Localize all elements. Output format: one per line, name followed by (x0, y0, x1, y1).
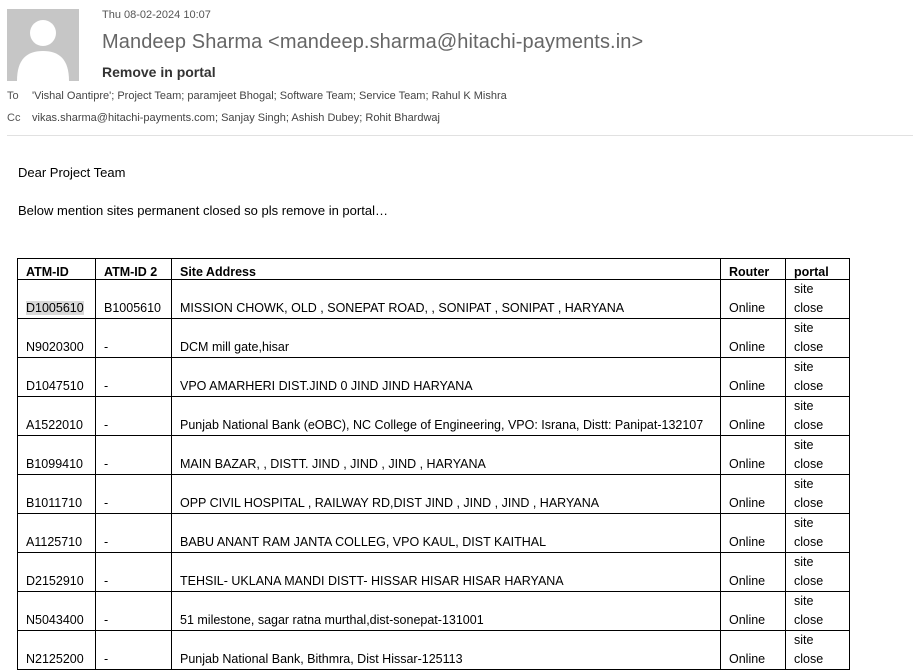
cell-portal: site close (785, 474, 850, 514)
cell-site-address: DCM mill gate,hisar (171, 318, 721, 358)
table-row: B1011710- OPP CIVIL HOSPITAL , RAILWAY RD… (17, 474, 850, 514)
cell-atm-id-2: - (95, 357, 172, 397)
cell-site-address: MISSION CHOWK, OLD , SONEPAT ROAD, , SON… (171, 279, 721, 319)
cell-router: Online (720, 552, 786, 592)
table-row: N5043400-51 milestone, sagar ratna murth… (17, 591, 850, 631)
email-header: Thu 08-02-2024 10:07 Mandeep Sharma <man… (0, 0, 913, 137)
table-row: N2125200- Punjab National Bank, Bithmra, … (17, 630, 850, 670)
sender-avatar[interactable] (7, 9, 79, 81)
cc-recipients[interactable]: vikas.sharma@hitachi-payments.com; Sanja… (32, 112, 440, 124)
cell-portal: site close (785, 591, 850, 631)
cell-atm-id: N2125200 (17, 630, 96, 670)
cell-site-address: TEHSIL- UKLANA MANDI DISTT- HISSAR HISAR… (171, 552, 721, 592)
selected-text-highlight[interactable]: D1005610 (26, 301, 84, 315)
to-recipients[interactable]: 'Vishal Oantipre'; Project Team; paramje… (32, 90, 507, 102)
cell-portal: site close (785, 318, 850, 358)
cell-atm-id-2: - (95, 435, 172, 475)
cell-atm-id: B1011710 (17, 474, 96, 514)
cell-atm-id-2: - (95, 591, 172, 631)
cell-atm-id-2: - (95, 396, 172, 436)
sites-table: ATM-ID ATM-ID 2 Site Address Router port… (17, 258, 850, 670)
cell-atm-id-2: - (95, 552, 172, 592)
sender-name[interactable]: Mandeep Sharma <mandeep.sharma@hitachi-p… (102, 31, 643, 54)
header-divider (7, 135, 913, 136)
cell-site-address: OPP CIVIL HOSPITAL , RAILWAY RD,DIST JIN… (171, 474, 721, 514)
table-row: N9020300- DCM mill gate,hisar Online site cl… (17, 318, 850, 358)
cell-atm-id-2: - (95, 474, 172, 514)
cell-router: Online (720, 357, 786, 397)
cell-portal: site close (785, 513, 850, 553)
cell-portal: site close (785, 279, 850, 319)
cell-atm-id: N9020300 (17, 318, 96, 358)
table-row: A1125710- BABU ANANT RAM JANTA COLLEG, VP… (17, 513, 850, 553)
cell-portal: site close (785, 357, 850, 397)
cell-router: Online (720, 513, 786, 553)
column-header-atm-id-2: ATM-ID 2 (95, 258, 172, 280)
email-message: Below mention sites permanent closed so … (18, 203, 388, 218)
cell-router: Online (720, 318, 786, 358)
cell-portal: site close (785, 630, 850, 670)
cell-portal: site close (785, 552, 850, 592)
cell-router: Online (720, 591, 786, 631)
cell-atm-id-2: - (95, 318, 172, 358)
table-row: B1099410- MAIN BAZAR, , DISTT. JIND , JIN… (17, 435, 850, 475)
cell-atm-id-2: B1005610 (95, 279, 172, 319)
cell-router: Online (720, 396, 786, 436)
cell-site-address: 51 milestone, sagar ratna murthal,dist-s… (171, 591, 721, 631)
cell-portal: site close (785, 435, 850, 475)
cell-site-address: VPO AMARHERI DIST.JIND 0 JIND JIND HARYA… (171, 357, 721, 397)
column-header-portal: portal (785, 258, 850, 280)
email-subject: Remove in portal (102, 64, 216, 80)
table-header-row: ATM-ID ATM-ID 2 Site Address Router port… (17, 258, 850, 280)
person-silhouette-icon (7, 9, 79, 81)
to-label: To (7, 90, 19, 102)
table-row: D2152910- TEHSIL- UKLANA MANDI DISTT- HIS… (17, 552, 850, 592)
table-row: D1047510- VPO AMARHERI DIST.JIND 0 JIND J… (17, 357, 850, 397)
cell-site-address: Punjab National Bank, Bithmra, Dist Hiss… (171, 630, 721, 670)
cell-atm-id: N5043400 (17, 591, 96, 631)
table-row: D1005610 B1005610 MISSION CHOWK, OLD , SON… (17, 279, 850, 319)
cell-portal: site close (785, 396, 850, 436)
cell-site-address: MAIN BAZAR, , DISTT. JIND , JIND , JIND … (171, 435, 721, 475)
cell-router: Online (720, 474, 786, 514)
sent-date: Thu 08-02-2024 10:07 (102, 9, 211, 21)
table-row: A1522010- Punjab National Bank (eOBC), NC… (17, 396, 850, 436)
cell-router: Online (720, 630, 786, 670)
cell-atm-id: B1099410 (17, 435, 96, 475)
cell-atm-id: D1047510 (17, 357, 96, 397)
cell-atm-id: A1522010 (17, 396, 96, 436)
cell-atm-id: D2152910 (17, 552, 96, 592)
column-header-atm-id: ATM-ID (17, 258, 96, 280)
cell-router: Online (720, 279, 786, 319)
cell-atm-id-2: - (95, 630, 172, 670)
column-header-site-address: Site Address (171, 258, 721, 280)
column-header-router: Router (720, 258, 786, 280)
cc-label: Cc (7, 112, 21, 124)
cell-site-address: Punjab National Bank (eOBC), NC College … (171, 396, 721, 436)
cell-site-address: BABU ANANT RAM JANTA COLLEG, VPO KAUL, D… (171, 513, 721, 553)
cell-atm-id: A1125710 (17, 513, 96, 553)
cell-atm-id-2: - (95, 513, 172, 553)
email-greeting: Dear Project Team (18, 165, 126, 180)
cell-router: Online (720, 435, 786, 475)
cell-atm-id: D1005610 (17, 279, 96, 319)
